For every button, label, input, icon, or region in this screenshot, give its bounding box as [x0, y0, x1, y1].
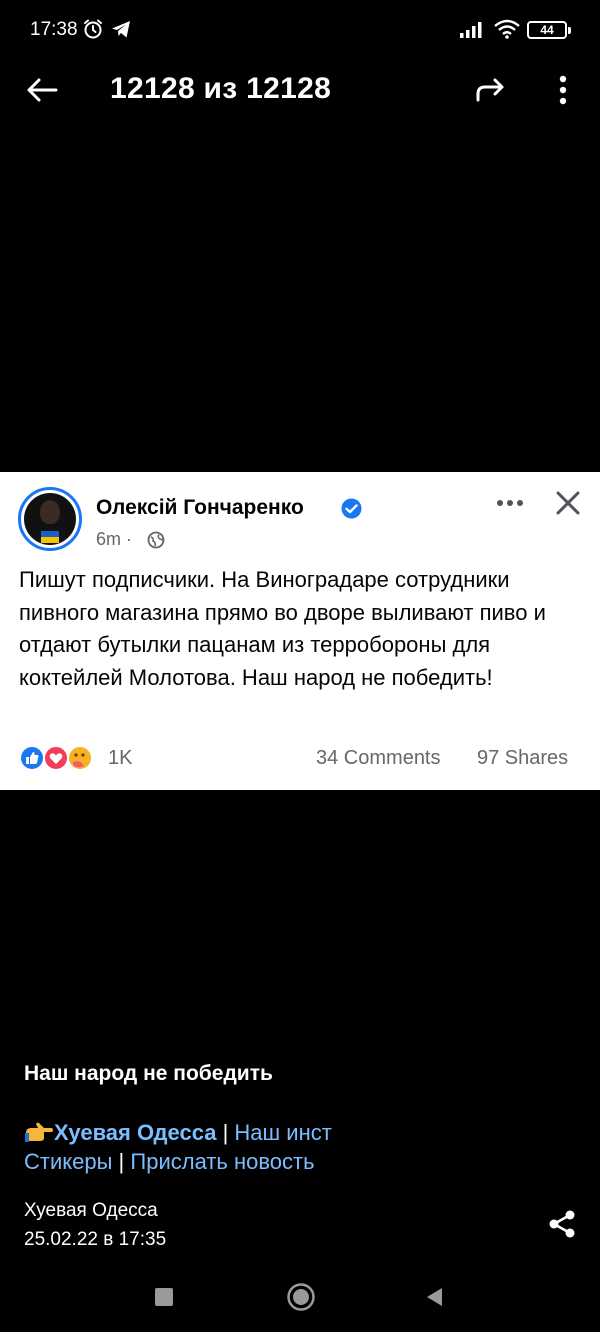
- caption-title: Наш народ не победить: [24, 1062, 273, 1085]
- battery-level: 44: [540, 23, 554, 37]
- back-arrow-icon[interactable]: [24, 74, 60, 106]
- comments-count: 34 Comments: [316, 747, 441, 769]
- wifi-icon: [494, 19, 520, 39]
- page-title: 12128 из 12128: [110, 72, 332, 105]
- channel-name: Хуевая Одесса: [24, 1200, 158, 1221]
- post-date: 25.02.22 в 17:35: [24, 1229, 167, 1250]
- signal-icon: [460, 22, 482, 38]
- more-vertical-icon[interactable]: [550, 72, 576, 108]
- link-channel[interactable]: Хуевая Одесса: [54, 1120, 216, 1145]
- globe-icon: [147, 531, 165, 549]
- shares-count: 97 Shares: [477, 747, 569, 769]
- caption-links: Хуевая Одесса | Наш инст Стикеры | Присл…: [24, 1118, 332, 1176]
- telegram-icon: [112, 21, 130, 38]
- forward-share-icon[interactable]: [472, 74, 508, 106]
- reaction-count: 1K: [108, 747, 133, 769]
- battery-icon: 44: [527, 21, 571, 39]
- post-time: 6m ·: [96, 529, 133, 549]
- recent-apps-icon[interactable]: [155, 1288, 173, 1306]
- status-bar: 17:38 44: [0, 0, 600, 62]
- pointing-hand-icon: [25, 1122, 53, 1142]
- author-name: Олексій Гончаренко: [96, 496, 304, 519]
- verified-badge-icon: [341, 498, 362, 519]
- more-horizontal-icon: [497, 500, 523, 506]
- home-icon[interactable]: [286, 1282, 316, 1312]
- separator: |: [222, 1120, 229, 1145]
- nav-back-icon[interactable]: [424, 1286, 444, 1308]
- link-submit-news[interactable]: Прислать новость: [130, 1149, 314, 1174]
- link-instagram[interactable]: Наш инст: [234, 1120, 331, 1145]
- avatar: [18, 487, 82, 551]
- share-icon[interactable]: [546, 1208, 578, 1240]
- separator: |: [118, 1149, 125, 1174]
- post-image[interactable]: Олексій Гончаренко 6m · Пишут подписчики…: [0, 472, 600, 790]
- close-icon: [556, 491, 580, 515]
- status-time: 17:38: [30, 19, 78, 40]
- reactions-icon: [19, 745, 93, 771]
- link-stickers[interactable]: Стикеры: [24, 1149, 112, 1174]
- alarm-icon: [84, 19, 102, 39]
- post-text: Пишут подписчики. На Виноградаре сотрудн…: [19, 567, 546, 690]
- media-viewer-toolbar: 12128 из 12128: [0, 62, 600, 118]
